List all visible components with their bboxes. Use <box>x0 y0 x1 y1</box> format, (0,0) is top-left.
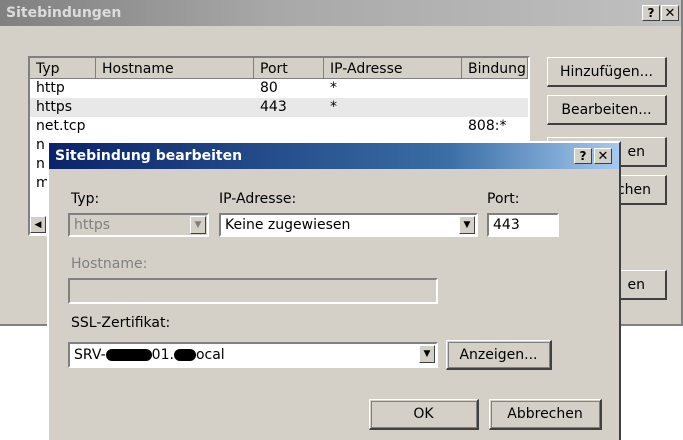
ip-address-value: Keine zugewiesen <box>225 217 351 233</box>
ip-address-label: IP-Adresse: <box>219 191 297 207</box>
redaction-mark <box>173 349 196 361</box>
type-select-value: https <box>74 217 111 233</box>
window-title: Sitebindungen <box>6 5 122 21</box>
cell-typ: http <box>36 80 65 96</box>
cell-port: 80 <box>260 80 278 96</box>
dialog-close-icon[interactable]: ✕ <box>594 148 612 164</box>
ssl-suffix: ocal <box>195 347 225 363</box>
site-bindings-titlebar: Sitebindungen <box>0 0 681 26</box>
cell-typ: net.tcp <box>36 118 86 134</box>
list-row[interactable]: http 80 * <box>30 79 528 98</box>
cell-hostname <box>96 117 254 136</box>
list-header: Typ Hostname Port IP-Adresse Bindung <box>30 58 528 79</box>
column-header-port[interactable]: Port <box>254 58 324 79</box>
hostname-label: Hostname: <box>71 256 148 272</box>
add-button[interactable]: Hinzufügen... <box>547 57 667 87</box>
view-certificate-button[interactable]: Anzeigen... <box>446 340 552 370</box>
cell-hostname <box>96 98 254 117</box>
chevron-down-icon: ▼ <box>190 216 206 234</box>
ssl-certificate-value: SRV- 01. ocal <box>74 347 225 363</box>
ip-address-select[interactable]: Keine zugewiesen ▼ <box>219 213 478 237</box>
cell-ip: * <box>330 99 337 115</box>
type-select[interactable]: https ▼ <box>68 213 209 237</box>
type-label: Typ: <box>71 191 100 207</box>
ssl-mid: 01. <box>151 347 174 363</box>
list-row[interactable]: net.tcp 808:* <box>30 117 528 136</box>
help-icon[interactable]: ? <box>642 5 660 21</box>
column-header-binding[interactable]: Bindung <box>462 58 528 79</box>
ok-button[interactable]: OK <box>369 399 479 430</box>
list-row[interactable]: https 443 * <box>30 98 528 117</box>
cell-port: 443 <box>260 99 287 115</box>
redaction-mark <box>105 349 152 361</box>
dialog-help-icon[interactable]: ? <box>574 148 592 164</box>
close-icon[interactable]: ✕ <box>661 5 679 21</box>
cell-binding <box>462 98 528 117</box>
port-input[interactable]: 443 <box>487 213 559 237</box>
cell-binding <box>462 79 528 98</box>
ssl-certificate-label: SSL-Zertifikat: <box>71 315 171 331</box>
cell-hostname <box>96 79 254 98</box>
dialog-titlebar: Sitebindung bearbeiten <box>49 143 619 169</box>
column-header-ip-address[interactable]: IP-Adresse <box>324 58 462 79</box>
edit-button[interactable]: Bearbeiten... <box>547 95 667 125</box>
scroll-left-arrow-icon[interactable]: ◀ <box>30 216 46 233</box>
cell-port <box>254 117 324 136</box>
port-value: 443 <box>493 217 520 233</box>
column-header-hostname[interactable]: Hostname <box>96 58 254 79</box>
dialog-title: Sitebindung bearbeiten <box>55 148 243 164</box>
cancel-button[interactable]: Abbrechen <box>489 399 602 430</box>
cell-typ: https <box>36 99 73 115</box>
chevron-down-icon[interactable]: ▼ <box>459 216 475 234</box>
column-header-typ[interactable]: Typ <box>30 58 96 79</box>
ssl-certificate-select[interactable]: SRV- 01. ocal ▼ <box>68 342 438 368</box>
hostname-input[interactable] <box>68 278 438 304</box>
cell-binding: 808:* <box>468 118 507 134</box>
chevron-down-icon[interactable]: ▼ <box>419 345 435 363</box>
port-label: Port: <box>487 191 520 207</box>
cell-ip: * <box>330 80 337 96</box>
cell-ip <box>324 117 462 136</box>
ssl-prefix: SRV- <box>74 347 106 363</box>
edit-site-binding-dialog: Sitebindung bearbeiten ? ✕ Typ: https ▼ … <box>47 141 621 440</box>
